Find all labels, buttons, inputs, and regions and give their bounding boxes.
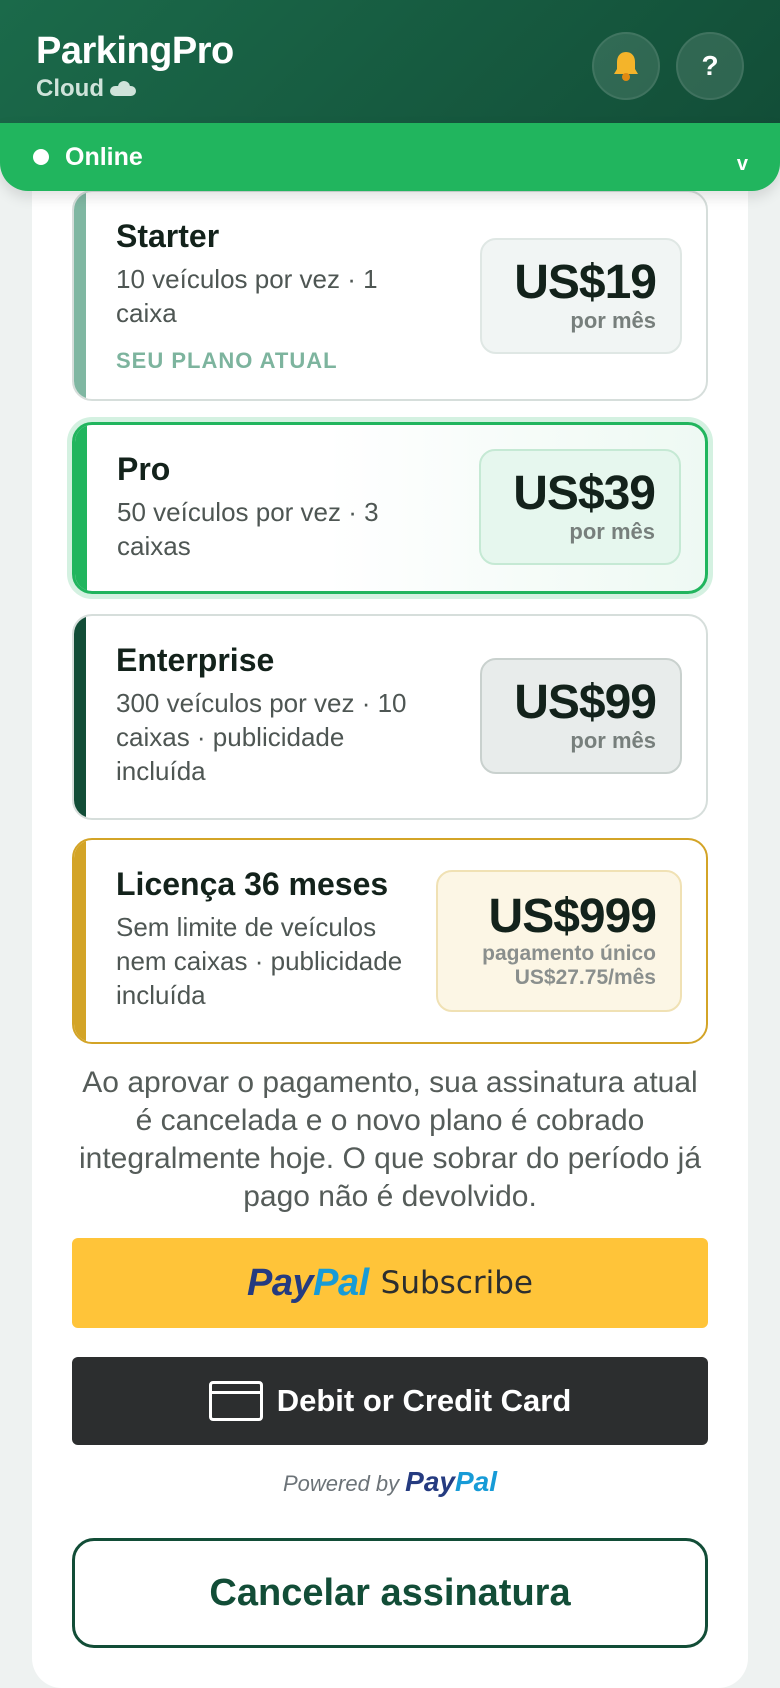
plan-accent-bar xyxy=(74,840,86,1042)
powered-by-paypal: Powered by PayPal xyxy=(72,1466,708,1498)
plan-monthly-equivalent: US$27.75/mês xyxy=(514,966,656,989)
plan-accent-bar xyxy=(74,192,86,399)
paypal-subscribe-button[interactable]: PayPal Subscribe xyxy=(72,1238,708,1328)
plan-accent-bar xyxy=(74,616,86,818)
price-box: US$999 pagamento único US$27.75/mês xyxy=(436,870,682,1012)
app-title: ParkingPro xyxy=(36,30,234,72)
plan-card-starter[interactable]: Starter 10 veículos por vez · 1 caixa SE… xyxy=(72,190,708,401)
paypal-logo-pal: Pal xyxy=(313,1261,369,1304)
bell-icon xyxy=(614,52,638,81)
paypal-logo-small: PayPal xyxy=(405,1466,497,1498)
plan-description: 50 veículos por vez · 3 caixas xyxy=(117,497,379,561)
paypal-logo-pal: Pal xyxy=(454,1466,498,1497)
subscribe-label: Subscribe xyxy=(380,1265,533,1301)
paypal-logo-pay: Pay xyxy=(247,1261,314,1304)
plan-price: US$19 xyxy=(514,256,657,309)
plan-card-license-36[interactable]: Licença 36 meses Sem limite de veículos … xyxy=(72,838,708,1044)
card-button-label: Debit or Credit Card xyxy=(276,1383,572,1418)
brand: ParkingPro Cloud xyxy=(36,30,234,103)
price-box: US$99 por mês xyxy=(480,658,682,774)
help-button[interactable]: ? xyxy=(676,32,744,100)
plan-price: US$39 xyxy=(513,467,656,520)
status-dot-icon xyxy=(33,149,49,165)
cloud-icon xyxy=(109,81,136,96)
plan-card-enterprise[interactable]: Enterprise 300 veículos por vez · 10 cai… xyxy=(72,614,708,820)
billing-notice: Ao aprovar o pagamento, sua assinatura a… xyxy=(78,1066,702,1213)
plan-description: Sem limite de veículos nem caixas · publ… xyxy=(116,912,403,1010)
plan-description: 300 veículos por vez · 10 caixas · publi… xyxy=(116,688,407,786)
plan-name: Pro xyxy=(117,451,171,487)
chevron-down-icon: v xyxy=(736,153,748,175)
price-box: US$19 por mês xyxy=(480,238,682,354)
plan-period: por mês xyxy=(570,728,656,753)
connection-status-bar[interactable]: Online v xyxy=(0,123,780,191)
plan-name: Starter xyxy=(116,218,220,254)
current-plan-badge: SEU PLANO ATUAL xyxy=(116,348,338,373)
plan-accent-bar xyxy=(75,425,87,591)
plan-period: por mês xyxy=(569,519,655,544)
card-payment-button[interactable]: Debit or Credit Card xyxy=(72,1357,708,1445)
plan-period: pagamento único xyxy=(482,942,656,965)
status-label: Online xyxy=(65,142,143,171)
app-subtitle: Cloud xyxy=(36,75,234,103)
notifications-button[interactable] xyxy=(592,32,660,100)
paypal-logo-pay: Pay xyxy=(405,1466,455,1497)
credit-card-icon xyxy=(208,1381,263,1421)
plan-price: US$99 xyxy=(514,676,657,729)
paypal-logo: PayPal xyxy=(247,1262,369,1305)
cancel-subscription-button[interactable]: Cancelar assinatura xyxy=(72,1538,708,1648)
plan-name: Enterprise xyxy=(116,642,275,678)
plan-period: por mês xyxy=(570,308,656,333)
plan-description: 10 veículos por vez · 1 caixa xyxy=(116,264,378,328)
price-box: US$39 por mês xyxy=(479,449,681,565)
plan-card-pro[interactable]: Pro 50 veículos por vez · 3 caixas US$39… xyxy=(72,422,708,594)
plan-name: Licença 36 meses xyxy=(116,866,389,902)
app-subtitle-text: Cloud xyxy=(36,75,104,102)
powered-by-text: Powered by xyxy=(282,1471,400,1496)
plan-price: US$999 xyxy=(488,890,657,943)
